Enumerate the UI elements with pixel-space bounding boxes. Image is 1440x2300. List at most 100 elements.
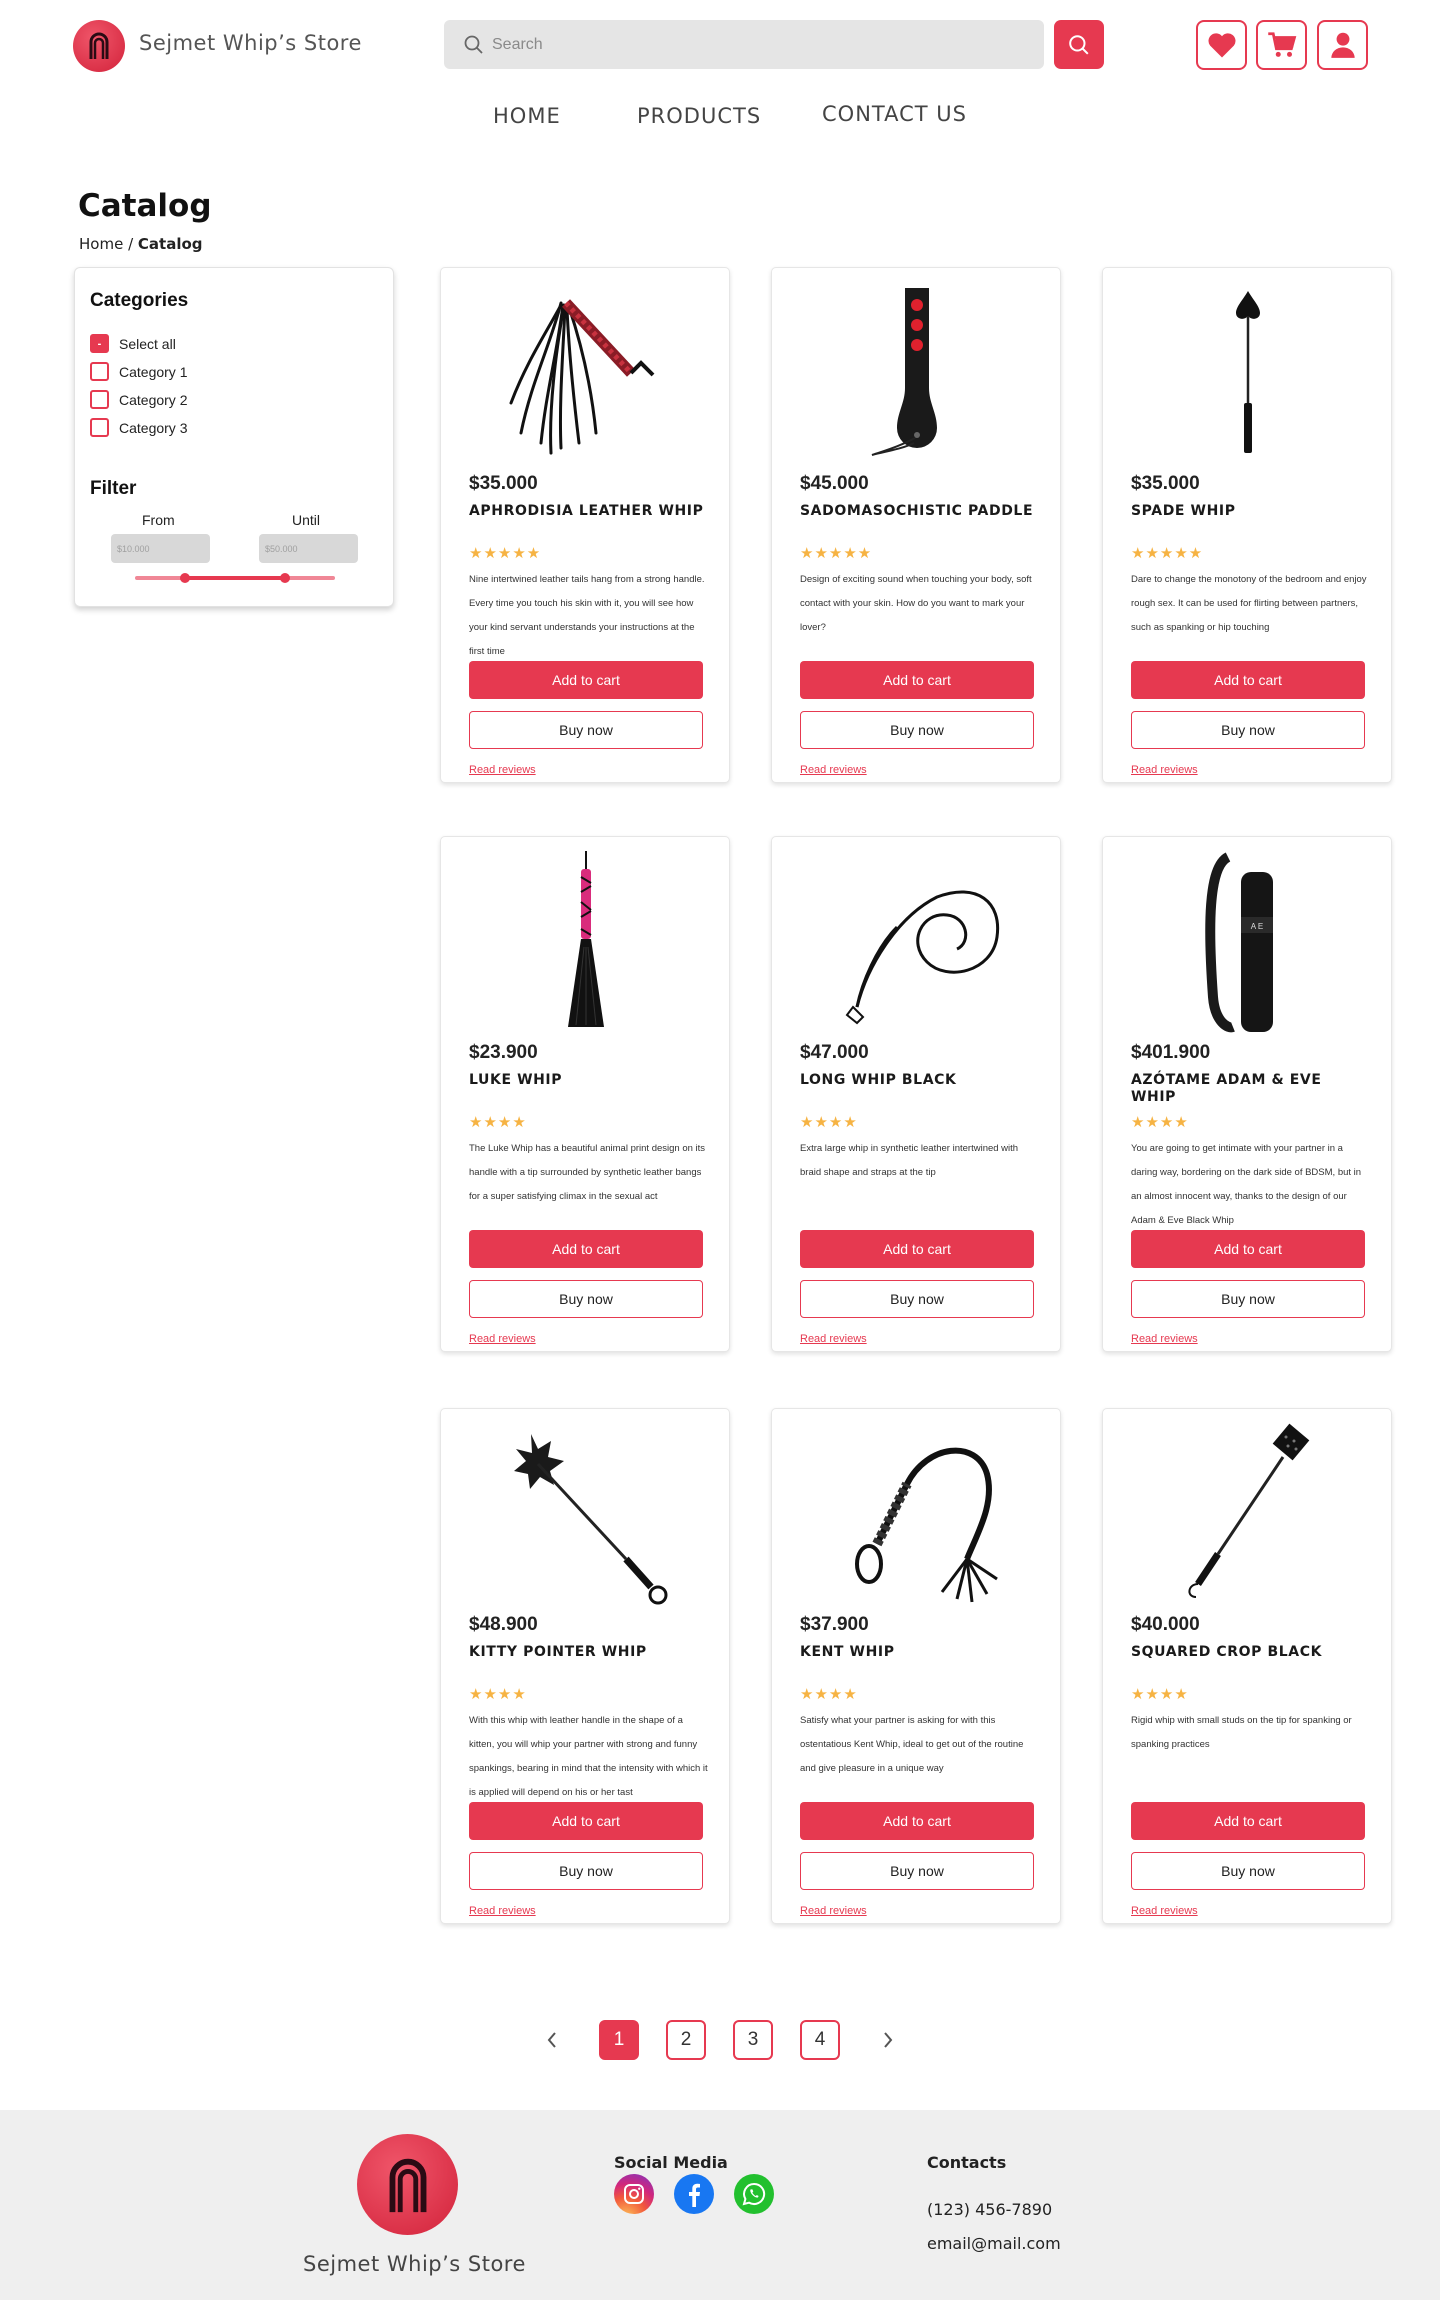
product-image[interactable] — [1123, 278, 1373, 468]
category-select-all[interactable]: - Select all — [90, 334, 176, 353]
add-to-cart-button[interactable]: Add to cart — [800, 1230, 1034, 1268]
checkbox-category-2[interactable] — [90, 390, 109, 409]
price-until-input[interactable] — [259, 534, 358, 563]
contact-phone[interactable]: (123) 456-7890 — [927, 2200, 1052, 2219]
nav-products[interactable]: PRODUCTS — [637, 104, 761, 128]
read-reviews-link[interactable]: Read reviews — [800, 1905, 867, 1917]
product-card[interactable]: $37.900 KENT WHIP ★★★★ Satisfy what your pa… — [771, 1408, 1061, 1924]
product-image[interactable] — [461, 847, 711, 1037]
product-name[interactable]: LONG WHIP BLACK — [800, 1072, 1040, 1089]
buy-now-button[interactable]: Buy now — [1131, 1280, 1365, 1318]
svg-text:A E: A E — [1251, 922, 1263, 931]
product-card[interactable]: $47.000 LONG WHIP BLACK ★★★★ Extra large wh… — [771, 836, 1061, 1352]
account-button[interactable] — [1317, 20, 1368, 70]
read-reviews-link[interactable]: Read reviews — [469, 764, 536, 776]
footer-logo[interactable] — [357, 2134, 458, 2235]
product-card[interactable]: $23.900 LUKE WHIP ★★★★ The Luke Whip has a … — [440, 836, 730, 1352]
breadcrumb-home[interactable]: Home — [79, 235, 123, 253]
read-reviews-link[interactable]: Read reviews — [469, 1905, 536, 1917]
product-image[interactable] — [792, 847, 1042, 1037]
category-2[interactable]: Category 2 — [90, 390, 187, 409]
product-image[interactable] — [1123, 1419, 1373, 1609]
next-page-button[interactable] — [876, 2026, 900, 2054]
facebook-link[interactable] — [674, 2174, 714, 2214]
store-logo[interactable] — [73, 20, 125, 72]
product-card[interactable]: $40.000 SQUARED CROP BLACK ★★★★ Rigid whip … — [1102, 1408, 1392, 1924]
read-reviews-link[interactable]: Read reviews — [469, 1333, 536, 1345]
add-to-cart-button[interactable]: Add to cart — [469, 1230, 703, 1268]
add-to-cart-button[interactable]: Add to cart — [469, 661, 703, 699]
read-reviews-link[interactable]: Read reviews — [1131, 1905, 1198, 1917]
add-to-cart-button[interactable]: Add to cart — [469, 1802, 703, 1840]
product-card[interactable]: $35.000 APHRODISIA LEATHER WHIP ★★★★★ Nine … — [440, 267, 730, 783]
product-name[interactable]: LUKE WHIP — [469, 1072, 709, 1089]
product-card[interactable]: $48.900 KITTY POINTER WHIP ★★★★ With this w… — [440, 1408, 730, 1924]
category-label: Category 3 — [119, 419, 188, 436]
read-reviews-link[interactable]: Read reviews — [800, 1333, 867, 1345]
buy-now-button[interactable]: Buy now — [800, 1852, 1034, 1890]
product-name[interactable]: APHRODISIA LEATHER WHIP — [469, 503, 709, 520]
product-name[interactable]: SPADE WHIP — [1131, 503, 1371, 520]
read-reviews-link[interactable]: Read reviews — [1131, 764, 1198, 776]
page-3-button[interactable]: 3 — [733, 2020, 773, 2060]
wishlist-button[interactable] — [1196, 20, 1247, 70]
page-1-button[interactable]: 1 — [599, 2020, 639, 2060]
buy-now-button[interactable]: Buy now — [800, 1280, 1034, 1318]
buy-now-button[interactable]: Buy now — [469, 711, 703, 749]
nav-home[interactable]: HOME — [493, 104, 561, 128]
contact-email[interactable]: email@mail.com — [927, 2234, 1061, 2253]
product-image[interactable] — [461, 1419, 711, 1609]
checkbox-select-all[interactable]: - — [90, 334, 109, 353]
buy-now-button[interactable]: Buy now — [469, 1280, 703, 1318]
category-1[interactable]: Category 1 — [90, 362, 187, 381]
add-to-cart-button[interactable]: Add to cart — [1131, 661, 1365, 699]
product-image[interactable] — [792, 278, 1042, 468]
search-button[interactable] — [1054, 20, 1104, 69]
breadcrumb-separator: / — [123, 235, 138, 253]
facebook-icon — [689, 2183, 700, 2207]
category-3[interactable]: Category 3 — [90, 418, 187, 437]
user-icon — [1330, 32, 1355, 58]
product-name[interactable]: AZÓTAME ADAM & EVE WHIP — [1131, 1072, 1371, 1106]
product-card[interactable]: $45.000 SADOMASOCHISTIC PADDLE ★★★★★ Design… — [771, 267, 1061, 783]
range-handle-min[interactable] — [180, 573, 190, 583]
product-name[interactable]: KENT WHIP — [800, 1644, 1040, 1661]
prev-page-button[interactable] — [540, 2026, 564, 2054]
product-price: $37.900 — [800, 1614, 869, 1635]
add-to-cart-button[interactable]: Add to cart — [800, 661, 1034, 699]
nav-contact[interactable]: CONTACT US — [822, 102, 967, 126]
checkbox-category-1[interactable] — [90, 362, 109, 381]
read-reviews-link[interactable]: Read reviews — [800, 764, 867, 776]
product-card[interactable]: A E $401.900 AZÓTAME ADAM & EVE WHIP ★★★★ Yo… — [1102, 836, 1392, 1352]
kent-whip-image — [855, 1447, 998, 1603]
flogger-image — [509, 299, 655, 455]
range-handle-max[interactable] — [280, 573, 290, 583]
product-image[interactable] — [792, 1419, 1042, 1609]
product-image[interactable]: A E — [1123, 847, 1373, 1037]
buy-now-button[interactable]: Buy now — [469, 1852, 703, 1890]
product-card[interactable]: $35.000 SPADE WHIP ★★★★★ Dare to change the… — [1102, 267, 1392, 783]
product-name[interactable]: SADOMASOCHISTIC PADDLE — [800, 503, 1040, 520]
checkbox-category-3[interactable] — [90, 418, 109, 437]
rating-stars: ★★★★★ — [469, 545, 542, 562]
add-to-cart-button[interactable]: Add to cart — [1131, 1230, 1365, 1268]
product-image[interactable] — [461, 278, 711, 468]
product-description: Nine intertwined leather tails hang from… — [469, 574, 705, 657]
read-reviews-link[interactable]: Read reviews — [1131, 1333, 1198, 1345]
page-4-button[interactable]: 4 — [800, 2020, 840, 2060]
product-name[interactable]: SQUARED CROP BLACK — [1131, 1644, 1371, 1661]
instagram-link[interactable] — [614, 2174, 654, 2214]
page-2-button[interactable]: 2 — [666, 2020, 706, 2060]
add-to-cart-button[interactable]: Add to cart — [1131, 1802, 1365, 1840]
buy-now-button[interactable]: Buy now — [1131, 711, 1365, 749]
search-input[interactable] — [492, 35, 1012, 54]
rating-stars: ★★★★ — [800, 1114, 858, 1131]
price-range-slider[interactable] — [135, 573, 335, 583]
cart-button[interactable] — [1256, 20, 1307, 70]
buy-now-button[interactable]: Buy now — [800, 711, 1034, 749]
add-to-cart-button[interactable]: Add to cart — [800, 1802, 1034, 1840]
product-name[interactable]: KITTY POINTER WHIP — [469, 1644, 709, 1661]
whatsapp-link[interactable] — [734, 2174, 774, 2214]
buy-now-button[interactable]: Buy now — [1131, 1852, 1365, 1890]
price-from-input[interactable] — [111, 534, 210, 563]
